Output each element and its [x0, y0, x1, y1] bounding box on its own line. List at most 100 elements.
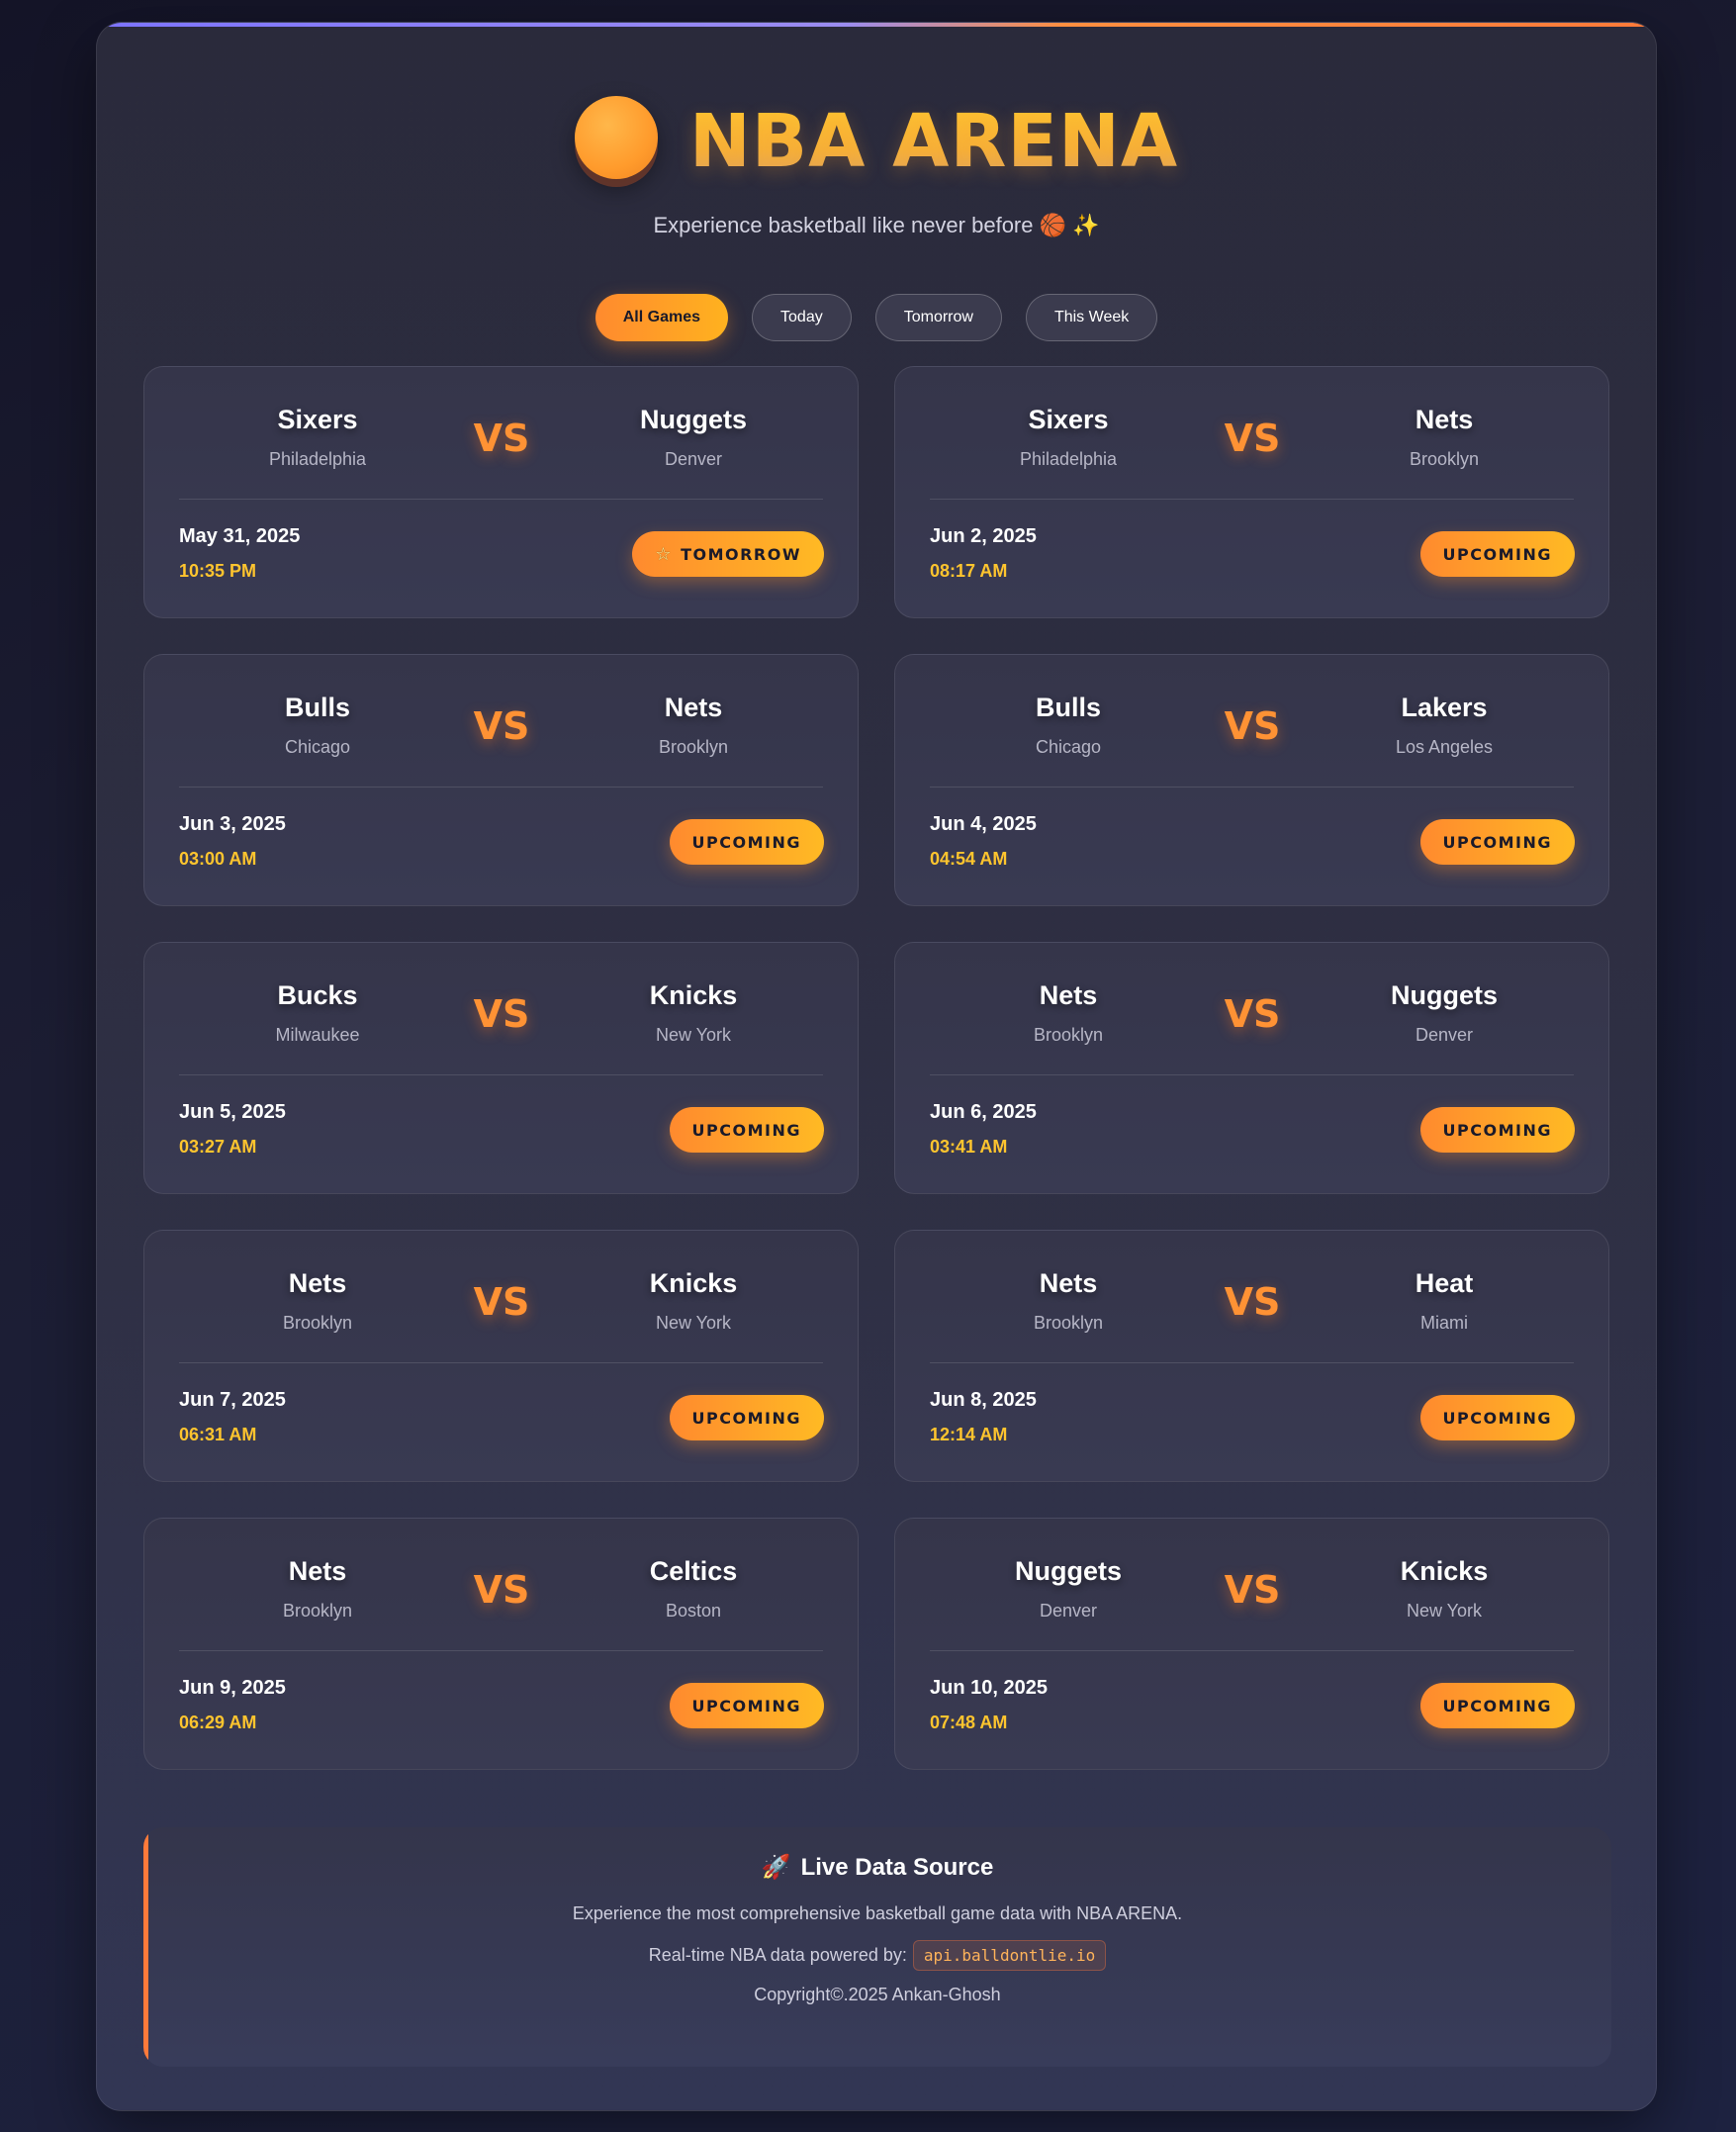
away-team-name: Nuggets [1391, 980, 1498, 1010]
game-date: Jun 5, 2025 [179, 1101, 286, 1123]
home-team-city: Brooklyn [1033, 1313, 1104, 1333]
rocket-icon: 🚀 [761, 1854, 791, 1881]
game-time: 10:35 PM [179, 561, 257, 581]
away-team-city: New York [655, 1025, 732, 1045]
home-team: Bucks Milwaukee [189, 980, 446, 1046]
game-date: Jun 10, 2025 [930, 1677, 1048, 1699]
away-team: Nets Brooklyn [565, 693, 822, 758]
filter-all-games[interactable]: All Games [594, 294, 729, 341]
game-date: Jun 3, 2025 [179, 813, 286, 835]
away-team: Knicks New York [565, 1268, 822, 1334]
home-team: Nets Brooklyn [189, 1268, 446, 1334]
home-team: Nets Brooklyn [940, 1268, 1197, 1334]
game-date: Jun 2, 2025 [930, 525, 1037, 547]
game-card[interactable]: Nets Brooklyn VS Nuggets Denver Jun 6, 2… [894, 942, 1609, 1194]
home-team-city: Chicago [284, 737, 351, 757]
home-team-name: Nets [288, 1556, 347, 1586]
home-team: Sixers Philadelphia [189, 405, 446, 470]
vs-label: VS [1224, 417, 1281, 460]
game-date: Jun 4, 2025 [930, 813, 1037, 835]
away-team: Nuggets Denver [1316, 980, 1573, 1046]
game-time: 04:54 AM [930, 849, 1008, 869]
source-title: 🚀 Live Data Source [143, 1853, 1611, 1882]
status-badge: ☆ TOMORROW [632, 531, 824, 577]
home-team-name: Bulls [1035, 693, 1101, 722]
copyright: Copyright©.2025 Ankan-Ghosh [754, 1985, 1001, 2004]
game-date: Jun 7, 2025 [179, 1389, 286, 1411]
game-date: Jun 9, 2025 [179, 1677, 286, 1699]
status-label: UPCOMING [1442, 1408, 1552, 1428]
game-time: 08:17 AM [930, 561, 1008, 581]
home-team-city: Milwaukee [275, 1025, 360, 1045]
status-label: TOMORROW [681, 544, 801, 564]
home-team: Nets Brooklyn [189, 1556, 446, 1622]
home-team-name: Bulls [284, 693, 350, 722]
card-divider [179, 1362, 823, 1363]
game-card[interactable]: Nets Brooklyn VS Knicks New York Jun 7, … [143, 1230, 859, 1482]
brand-title: NBA ARENA [688, 99, 1179, 184]
away-team-city: New York [1406, 1601, 1483, 1621]
game-card[interactable]: Sixers Philadelphia VS Nuggets Denver Ma… [143, 366, 859, 618]
vs-label: VS [473, 1568, 530, 1612]
home-team-city: Brooklyn [282, 1313, 353, 1333]
card-divider [930, 499, 1574, 500]
status-label: UPCOMING [1442, 544, 1552, 564]
away-team: Lakers Los Angeles [1316, 693, 1573, 758]
filter-bar: All Games Today Tomorrow This Week [97, 294, 1656, 341]
game-card[interactable]: Bulls Chicago VS Lakers Los Angeles Jun … [894, 654, 1609, 906]
status-label: UPCOMING [1442, 1120, 1552, 1140]
away-team-name: Knicks [649, 980, 738, 1010]
home-team-name: Sixers [277, 405, 358, 434]
game-card[interactable]: Nets Brooklyn VS Celtics Boston Jun 9, 2… [143, 1518, 859, 1770]
away-team: Knicks New York [565, 980, 822, 1046]
home-team-name: Nets [288, 1268, 347, 1298]
filter-tomorrow[interactable]: Tomorrow [874, 294, 1002, 341]
source-description: Experience the most comprehensive basket… [572, 1903, 1183, 1923]
away-team-name: Knicks [1400, 1556, 1489, 1586]
filter-today[interactable]: Today [752, 294, 852, 341]
home-team-name: Bucks [277, 980, 358, 1010]
away-team-name: Nets [1415, 405, 1474, 434]
status-badge: UPCOMING [669, 1395, 824, 1440]
card-divider [179, 1074, 823, 1075]
game-card[interactable]: Nets Brooklyn VS Heat Miami Jun 8, 2025 … [894, 1230, 1609, 1482]
vs-label: VS [473, 417, 530, 460]
source-title-text: Live Data Source [800, 1853, 994, 1881]
home-team-city: Chicago [1035, 737, 1102, 757]
vs-label: VS [473, 1280, 530, 1324]
home-team-name: Nets [1039, 980, 1098, 1010]
source-accent-bar [143, 1827, 148, 2067]
game-card[interactable]: Bulls Chicago VS Nets Brooklyn Jun 3, 20… [143, 654, 859, 906]
game-time: 03:41 AM [930, 1137, 1008, 1157]
powered-by-line: Real-time NBA data powered by: api.balld… [143, 1940, 1611, 1971]
filter-this-week[interactable]: This Week [1025, 294, 1158, 341]
away-team-name: Nuggets [640, 405, 747, 434]
home-team-city: Brooklyn [282, 1601, 353, 1621]
away-team-name: Celtics [649, 1556, 738, 1586]
game-card[interactable]: Nuggets Denver VS Knicks New York Jun 10… [894, 1518, 1609, 1770]
away-team-city: New York [655, 1313, 732, 1333]
home-team-city: Philadelphia [268, 449, 367, 469]
logo-row: NBA ARENA [97, 82, 1656, 201]
home-team-city: Philadelphia [1019, 449, 1118, 469]
tagline: Experience basketball like never before … [653, 213, 1100, 237]
away-team: Celtics Boston [565, 1556, 822, 1622]
api-link[interactable]: api.balldontlie.io [912, 1940, 1107, 1971]
away-team-name: Lakers [1401, 693, 1488, 722]
home-team: Nets Brooklyn [940, 980, 1197, 1046]
home-team: Sixers Philadelphia [940, 405, 1197, 470]
away-team-name: Nets [664, 693, 723, 722]
game-time: 07:48 AM [930, 1713, 1008, 1732]
vs-label: VS [473, 992, 530, 1036]
star-icon: ☆ [655, 543, 674, 565]
card-divider [930, 1362, 1574, 1363]
card-divider [179, 787, 823, 788]
home-team-city: Brooklyn [1033, 1025, 1104, 1045]
game-card[interactable]: Sixers Philadelphia VS Nets Brooklyn Jun… [894, 366, 1609, 618]
away-team-city: Denver [1415, 1025, 1474, 1045]
game-card[interactable]: Bucks Milwaukee VS Knicks New York Jun 5… [143, 942, 859, 1194]
game-date: Jun 6, 2025 [930, 1101, 1037, 1123]
away-team-city: Boston [665, 1601, 722, 1621]
game-time: 03:27 AM [179, 1137, 257, 1157]
away-team-name: Knicks [649, 1268, 738, 1298]
